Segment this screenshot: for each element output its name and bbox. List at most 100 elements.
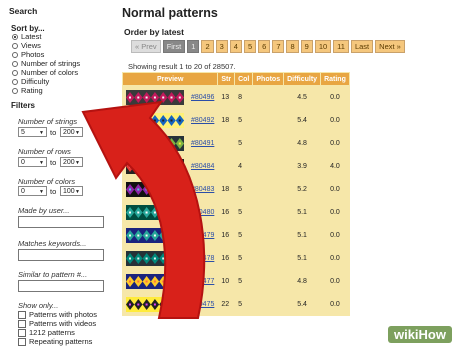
- similar-input[interactable]: [18, 280, 104, 292]
- pager-button[interactable]: 1: [187, 40, 200, 53]
- column-header[interactable]: Preview: [121, 72, 219, 86]
- pager-button[interactable]: 5: [243, 40, 257, 53]
- pattern-preview-image[interactable]: [126, 181, 184, 197]
- colors-min-select[interactable]: 0: [18, 186, 47, 197]
- sort-option-label: Photos: [21, 50, 45, 59]
- pattern-preview-image[interactable]: [126, 158, 184, 174]
- radio-button[interactable]: [12, 78, 18, 85]
- column-header[interactable]: Col: [234, 72, 254, 86]
- pattern-link[interactable]: #80496: [191, 94, 214, 101]
- table-row[interactable]: #80491 5 4.8 0.0: [122, 131, 350, 155]
- radio-button[interactable]: [12, 87, 18, 94]
- show-only-option[interactable]: Patterns with photos: [18, 310, 97, 319]
- col-cell: 8: [234, 85, 254, 109]
- pattern-link[interactable]: #80475: [191, 301, 214, 308]
- table-row[interactable]: #80475 22 5 5.4 0.0: [122, 292, 350, 316]
- sort-option[interactable]: Difficulty: [12, 77, 80, 86]
- column-header[interactable]: Str: [217, 72, 236, 86]
- keywords-input[interactable]: [18, 249, 104, 261]
- sort-option[interactable]: Rating: [12, 86, 80, 95]
- checkbox[interactable]: [18, 310, 26, 319]
- pager-button[interactable]: First: [162, 40, 186, 53]
- sort-option[interactable]: Views: [12, 41, 80, 50]
- table-row[interactable]: #80483 18 5 5.2 0.0: [122, 177, 350, 201]
- show-only-option-label: Patterns with videos: [29, 319, 97, 328]
- patterns-table: Preview Str Col Photos Difficulty Rating #804…: [121, 72, 350, 316]
- pattern-link[interactable]: #80477: [191, 278, 214, 285]
- table-row[interactable]: #80478 16 5 5.1 0.0: [122, 246, 350, 270]
- col-cell: 5: [234, 292, 254, 316]
- rows-max-select[interactable]: 200: [60, 157, 83, 168]
- column-header[interactable]: Difficulty: [283, 72, 322, 86]
- pager-button[interactable]: 4: [229, 40, 242, 53]
- preview-cell: [122, 200, 188, 224]
- checkbox[interactable]: [18, 337, 26, 346]
- sort-option[interactable]: Number of strings: [12, 59, 80, 68]
- pattern-link[interactable]: #80491: [191, 140, 214, 147]
- column-header[interactable]: Photos: [252, 72, 285, 86]
- show-only-option[interactable]: 1212 patterns: [18, 328, 97, 337]
- pager-button[interactable]: 9: [300, 40, 313, 53]
- pager-button[interactable]: Last: [350, 40, 374, 53]
- pager-button[interactable]: 10: [314, 40, 332, 53]
- pattern-preview-image[interactable]: [126, 250, 184, 266]
- pattern-link[interactable]: #80492: [191, 117, 214, 124]
- show-only-option[interactable]: Patterns with videos: [18, 319, 97, 328]
- table-row[interactable]: #80477 10 5 4.8 0.0: [122, 269, 350, 293]
- pattern-preview-image[interactable]: [126, 204, 184, 220]
- pager-button[interactable]: 11: [333, 40, 349, 53]
- preview-cell: [122, 223, 188, 247]
- strings-min-select[interactable]: 5: [18, 127, 47, 138]
- sort-option[interactable]: Number of colors: [12, 68, 80, 77]
- pattern-preview-image[interactable]: [126, 296, 184, 312]
- pager-button[interactable]: 8: [286, 40, 299, 53]
- radio-button[interactable]: [12, 60, 18, 67]
- radio-button[interactable]: [12, 69, 18, 76]
- table-row[interactable]: #80496 13 8 4.5 0.0: [122, 85, 350, 109]
- table-row[interactable]: #80480 16 5 5.1 0.0: [122, 200, 350, 224]
- rating-cell: 0.0: [320, 200, 350, 224]
- pattern-id-cell: #80491: [186, 131, 219, 155]
- pager-button[interactable]: Next »: [375, 40, 405, 53]
- table-row[interactable]: #80492 18 5 5.4 0.0: [122, 108, 350, 132]
- pattern-link[interactable]: #80483: [191, 186, 214, 193]
- pattern-link[interactable]: #80480: [191, 209, 214, 216]
- pattern-link[interactable]: #80479: [191, 232, 214, 239]
- pager-button[interactable]: 2: [201, 40, 214, 53]
- result-count: Showing result 1 to 20 of 28507.: [128, 62, 236, 71]
- sort-option[interactable]: Photos: [12, 50, 80, 59]
- made-by-input[interactable]: [18, 216, 104, 228]
- pattern-id-cell: #80492: [186, 108, 219, 132]
- pattern-preview-image[interactable]: [126, 227, 184, 243]
- photos-cell: [252, 85, 285, 109]
- pattern-id-cell: #80480: [186, 200, 219, 224]
- radio-button[interactable]: [12, 33, 18, 40]
- pager-button[interactable]: 7: [272, 40, 285, 53]
- pattern-preview-image[interactable]: [126, 135, 184, 151]
- pager-button[interactable]: « Prev: [131, 40, 161, 53]
- radio-button[interactable]: [12, 51, 18, 58]
- column-header[interactable]: Rating: [320, 72, 350, 86]
- colors-max-select[interactable]: 100: [60, 186, 83, 197]
- checkbox[interactable]: [18, 319, 26, 328]
- pattern-preview-image[interactable]: [126, 112, 184, 128]
- pager-button[interactable]: 6: [258, 40, 271, 53]
- difficulty-cell: 5.1: [283, 246, 322, 270]
- pattern-preview-image[interactable]: [126, 273, 184, 289]
- difficulty-cell: 4.8: [283, 269, 322, 293]
- strings-max-select[interactable]: 200: [60, 127, 83, 138]
- checkbox[interactable]: [18, 328, 26, 337]
- radio-button[interactable]: [12, 42, 18, 49]
- rows-min-select[interactable]: 0: [18, 157, 47, 168]
- str-cell: 18: [217, 177, 236, 201]
- pattern-link[interactable]: #80478: [191, 255, 214, 262]
- pager-button[interactable]: 3: [215, 40, 228, 53]
- table-row[interactable]: #80479 16 5 5.1 0.0: [122, 223, 350, 247]
- pattern-preview-image[interactable]: [126, 89, 184, 105]
- table-row[interactable]: #80484 4 3.9 4.0: [122, 154, 350, 178]
- col-cell: 5: [234, 269, 254, 293]
- show-only-option[interactable]: Repeating patterns: [18, 337, 97, 346]
- pattern-link[interactable]: #80484: [191, 163, 214, 170]
- search-sidebar: Search Sort by... Latest Views Photos Numbe…: [0, 0, 112, 347]
- sort-option[interactable]: Latest: [12, 32, 80, 41]
